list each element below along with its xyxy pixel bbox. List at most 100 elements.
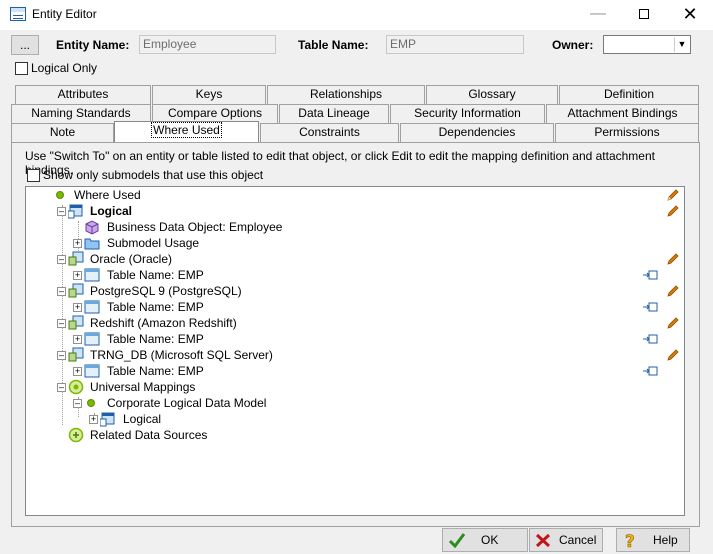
tree-node-label: TRNG_DB (Microsoft SQL Server) <box>90 348 273 362</box>
where-used-tree[interactable]: Where Used – Logical Business Data Objec… <box>25 186 685 516</box>
help-question-icon: ? <box>625 532 635 550</box>
ok-button[interactable]: OK <box>442 528 528 552</box>
tab-dependencies[interactable]: Dependencies <box>400 123 554 142</box>
edit-pencil-icon[interactable] <box>666 284 680 298</box>
tree-node-table-emp[interactable]: + Table Name: EMP <box>26 363 684 379</box>
expand-icon[interactable]: + <box>73 303 82 312</box>
collapse-icon[interactable]: – <box>57 351 66 360</box>
tree-node-label: Submodel Usage <box>107 236 200 250</box>
edit-pencil-icon[interactable] <box>666 188 680 202</box>
minimize-button[interactable]: — <box>575 0 621 30</box>
logical-only-checkbox[interactable] <box>15 62 28 75</box>
collapse-icon[interactable]: – <box>57 319 66 328</box>
entity-name-label: Entity Name: <box>56 38 130 52</box>
chevron-down-icon: ▼ <box>674 37 689 52</box>
browse-button[interactable]: ... <box>11 35 39 55</box>
tree-node-label: Table Name: EMP <box>107 364 204 378</box>
tree-node-table-emp[interactable]: + Table Name: EMP <box>26 331 684 347</box>
cancel-button[interactable]: Cancel <box>529 528 603 552</box>
close-button[interactable]: ✕ <box>667 0 713 30</box>
tree-node-trng-db[interactable]: – TRNG_DB (Microsoft SQL Server) <box>26 347 684 363</box>
tree-node-related-data-sources[interactable]: Related Data Sources <box>26 427 684 443</box>
help-button[interactable]: ? Help <box>616 528 690 552</box>
switch-to-icon[interactable] <box>642 365 658 377</box>
checkmark-icon <box>448 533 466 548</box>
tree-node-redshift[interactable]: – Redshift (Amazon Redshift) <box>26 315 684 331</box>
switch-to-icon[interactable] <box>642 333 658 345</box>
where-used-panel: Use "Switch To" on an entity or table li… <box>11 142 700 527</box>
tree-node-where-used[interactable]: Where Used <box>26 187 684 203</box>
edit-pencil-icon[interactable] <box>666 348 680 362</box>
show-submodels-checkbox[interactable] <box>27 169 40 182</box>
tab-note[interactable]: Note <box>11 123 114 142</box>
tab-data-lineage[interactable]: Data Lineage <box>279 104 389 123</box>
owner-label: Owner: <box>552 38 594 52</box>
tree-node-label: Logical <box>123 412 162 426</box>
ok-label: OK <box>481 533 499 547</box>
tree-node-label: Table Name: EMP <box>107 268 204 282</box>
tree-node-postgresql[interactable]: – PostgreSQL 9 (PostgreSQL) <box>26 283 684 299</box>
tree-node-label: Logical <box>90 204 133 218</box>
tab-permissions[interactable]: Permissions <box>555 123 699 142</box>
tree-node-logical[interactable]: – Logical <box>26 203 684 219</box>
tab-security-information[interactable]: Security Information <box>390 104 545 123</box>
tree-node-business-data-object[interactable]: Business Data Object: Employee <box>26 219 684 235</box>
tree-node-label: Business Data Object: Employee <box>107 220 283 234</box>
tab-attachment-bindings[interactable]: Attachment Bindings <box>546 104 699 123</box>
expand-icon[interactable]: + <box>73 367 82 376</box>
expand-icon[interactable]: + <box>73 335 82 344</box>
expand-icon[interactable]: + <box>73 239 82 248</box>
related-data-sources-icon <box>68 427 84 443</box>
tree-node-label: Corporate Logical Data Model <box>107 396 267 410</box>
tab-attributes[interactable]: Attributes <box>15 85 151 104</box>
physical-model-icon <box>68 315 84 330</box>
tab-where-used[interactable]: Where Used <box>114 121 259 142</box>
tab-definition[interactable]: Definition <box>559 85 699 104</box>
svg-text:?: ? <box>625 532 635 550</box>
switch-to-icon[interactable] <box>642 269 658 281</box>
folder-icon <box>84 238 100 250</box>
collapse-icon[interactable]: – <box>57 207 66 216</box>
tree-node-label: Table Name: EMP <box>107 300 204 314</box>
owner-dropdown[interactable]: ▼ <box>603 35 691 54</box>
collapse-icon[interactable]: – <box>57 255 66 264</box>
collapse-icon[interactable]: – <box>73 399 82 408</box>
physical-model-icon <box>68 251 84 266</box>
tree-node-label: Table Name: EMP <box>107 332 204 346</box>
table-icon <box>84 332 100 346</box>
maximize-button[interactable] <box>621 0 667 30</box>
cancel-x-icon <box>535 533 551 548</box>
logical-only-label: Logical Only <box>31 61 98 75</box>
entity-name-field[interactable]: Employee <box>139 35 276 54</box>
expand-icon[interactable]: + <box>89 415 98 424</box>
edit-pencil-icon[interactable] <box>666 252 680 266</box>
tree-node-label: Redshift (Amazon Redshift) <box>90 316 237 330</box>
dialog-body: ... Entity Name: Employee Table Name: EM… <box>0 30 713 554</box>
tree-node-table-emp[interactable]: + Table Name: EMP <box>26 299 684 315</box>
collapse-icon[interactable]: – <box>57 287 66 296</box>
tree-node-table-emp[interactable]: + Table Name: EMP <box>26 267 684 283</box>
tab-glossary[interactable]: Glossary <box>426 85 558 104</box>
tree-node-universal-mappings[interactable]: – Universal Mappings <box>26 379 684 395</box>
physical-model-icon <box>68 283 84 298</box>
table-name-label: Table Name: <box>298 38 369 52</box>
title-bar: Entity Editor — ✕ <box>0 0 713 30</box>
tab-constraints[interactable]: Constraints <box>260 123 399 142</box>
tree-node-submodel-usage[interactable]: + Submodel Usage <box>26 235 684 251</box>
collapse-icon[interactable]: – <box>57 383 66 392</box>
entity-editor-icon <box>10 7 26 21</box>
edit-pencil-icon[interactable] <box>666 204 680 218</box>
table-icon <box>84 364 100 378</box>
logical-model-icon <box>100 412 115 427</box>
table-icon <box>84 268 100 282</box>
tree-node-oracle[interactable]: – Oracle (Oracle) <box>26 251 684 267</box>
table-name-field[interactable]: EMP <box>386 35 524 54</box>
edit-pencil-icon[interactable] <box>666 316 680 330</box>
switch-to-icon[interactable] <box>642 301 658 313</box>
tab-relationships[interactable]: Relationships <box>267 85 425 104</box>
tree-node-label: Related Data Sources <box>90 428 208 442</box>
tree-node-corporate-logical-data-model[interactable]: – Corporate Logical Data Model <box>26 395 684 411</box>
tree-node-logical-mapping[interactable]: + Logical <box>26 411 684 427</box>
expand-icon[interactable]: + <box>73 271 82 280</box>
tab-keys[interactable]: Keys <box>152 85 266 104</box>
